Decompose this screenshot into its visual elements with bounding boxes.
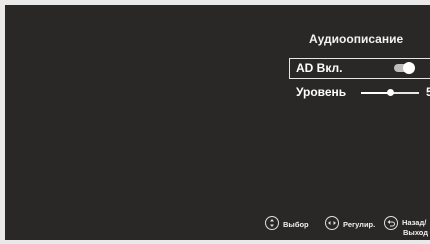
slider-fill (361, 92, 390, 94)
tv-screen: Аудиоописание AD Вкл. Уровень 50 Выбор (5, 5, 430, 240)
hint-back-label-1: Назад/ (402, 218, 427, 227)
level-slider[interactable] (361, 89, 419, 96)
up-down-icon (265, 216, 279, 230)
hint-back-label-2: Выход (403, 228, 429, 237)
back-icon (384, 216, 398, 230)
slider-knob[interactable] (387, 89, 394, 96)
level-value: 50 (426, 85, 430, 99)
ad-toggle-switch[interactable] (394, 62, 415, 74)
left-right-icon (325, 216, 339, 230)
ad-toggle-label: AD Вкл. (296, 61, 343, 75)
toggle-knob (403, 62, 415, 74)
hint-select-label: Выбор (283, 220, 309, 229)
level-label: Уровень (296, 85, 347, 99)
level-row[interactable]: Уровень 50 (289, 82, 430, 103)
panel-title: Аудиоописание (309, 32, 404, 46)
hint-adjust-label: Регулир. (343, 220, 376, 229)
ad-toggle-row[interactable]: AD Вкл. (289, 58, 430, 79)
